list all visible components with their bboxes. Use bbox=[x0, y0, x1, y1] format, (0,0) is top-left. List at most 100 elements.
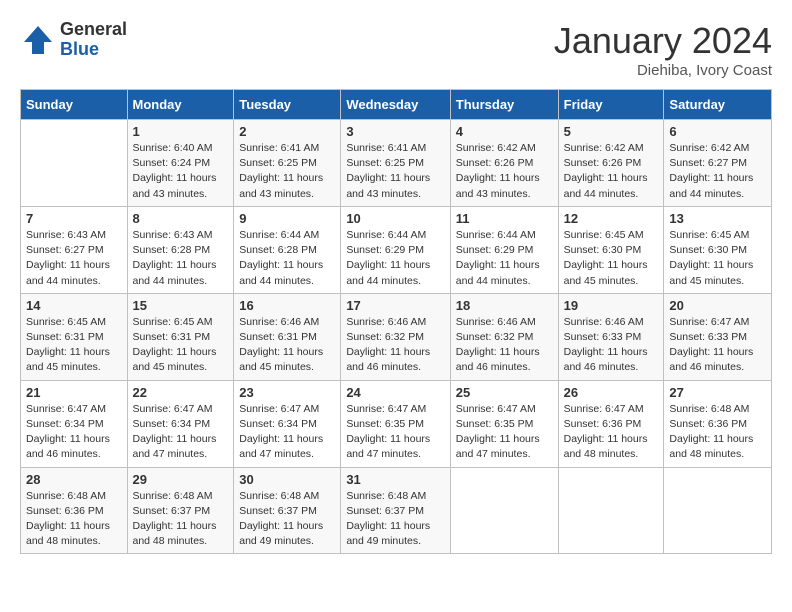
page-header: General Blue January 2024 Diehiba, Ivory… bbox=[20, 20, 772, 79]
calendar-cell: 8Sunrise: 6:43 AMSunset: 6:28 PMDaylight… bbox=[127, 206, 234, 293]
calendar-week-3: 14Sunrise: 6:45 AMSunset: 6:31 PMDayligh… bbox=[21, 293, 772, 380]
calendar-cell: 28 Sunrise: 6:48 AMSunset: 6:36 PMDayligh… bbox=[21, 467, 128, 554]
calendar-cell: 12Sunrise: 6:45 AMSunset: 6:30 PMDayligh… bbox=[558, 206, 664, 293]
day-info: Sunrise: 6:48 AMSunset: 6:37 PMDaylight:… bbox=[346, 489, 444, 550]
calendar-cell: 22 Sunrise: 6:47 AMSunset: 6:34 PMDayligh… bbox=[127, 380, 234, 467]
day-header-saturday: Saturday bbox=[664, 90, 772, 120]
calendar-cell: 10Sunrise: 6:44 AMSunset: 6:29 PMDayligh… bbox=[341, 206, 450, 293]
header-row: SundayMondayTuesdayWednesdayThursdayFrid… bbox=[21, 90, 772, 120]
day-info: Sunrise: 6:47 AMSunset: 6:34 PMDaylight:… bbox=[26, 402, 122, 463]
calendar-cell: 13 Sunrise: 6:45 AMSunset: 6:30 PMDayligh… bbox=[664, 206, 772, 293]
day-info: Sunrise: 6:45 AMSunset: 6:31 PMDaylight:… bbox=[133, 315, 229, 376]
day-number: 30 bbox=[239, 472, 335, 487]
day-info: Sunrise: 6:41 AMSunset: 6:25 PMDaylight:… bbox=[346, 141, 444, 202]
day-header-friday: Friday bbox=[558, 90, 664, 120]
day-number: 27 bbox=[669, 385, 766, 400]
calendar-cell: 15Sunrise: 6:45 AMSunset: 6:31 PMDayligh… bbox=[127, 293, 234, 380]
calendar-table: SundayMondayTuesdayWednesdayThursdayFrid… bbox=[20, 89, 772, 554]
title-block: January 2024 Diehiba, Ivory Coast bbox=[554, 20, 772, 79]
day-number: 25 bbox=[456, 385, 553, 400]
calendar-header: SundayMondayTuesdayWednesdayThursdayFrid… bbox=[21, 90, 772, 120]
month-title: January 2024 bbox=[554, 20, 772, 62]
calendar-cell: 4 Sunrise: 6:42 AMSunset: 6:26 PMDaylight… bbox=[450, 120, 558, 207]
calendar-cell: 17 Sunrise: 6:46 AMSunset: 6:32 PMDayligh… bbox=[341, 293, 450, 380]
day-info: Sunrise: 6:44 AMSunset: 6:28 PMDaylight:… bbox=[239, 228, 335, 289]
day-info: Sunrise: 6:48 AMSunset: 6:36 PMDaylight:… bbox=[669, 402, 766, 463]
day-number: 31 bbox=[346, 472, 444, 487]
calendar-cell: 29 Sunrise: 6:48 AMSunset: 6:37 PMDayligh… bbox=[127, 467, 234, 554]
calendar-cell: 1 Sunrise: 6:40 AMSunset: 6:24 PMDaylight… bbox=[127, 120, 234, 207]
calendar-cell: 3 Sunrise: 6:41 AMSunset: 6:25 PMDaylight… bbox=[341, 120, 450, 207]
day-number: 22 bbox=[133, 385, 229, 400]
day-number: 19 bbox=[564, 298, 659, 313]
day-number: 4 bbox=[456, 124, 553, 139]
day-number: 1 bbox=[133, 124, 229, 139]
calendar-cell: 24 Sunrise: 6:47 AMSunset: 6:35 PMDayligh… bbox=[341, 380, 450, 467]
day-info: Sunrise: 6:44 AMSunset: 6:29 PMDaylight:… bbox=[456, 228, 553, 289]
calendar-cell: 5Sunrise: 6:42 AMSunset: 6:26 PMDaylight… bbox=[558, 120, 664, 207]
day-number: 2 bbox=[239, 124, 335, 139]
day-info: Sunrise: 6:47 AMSunset: 6:36 PMDaylight:… bbox=[564, 402, 659, 463]
day-info: Sunrise: 6:43 AMSunset: 6:27 PMDaylight:… bbox=[26, 228, 122, 289]
day-info: Sunrise: 6:47 AMSunset: 6:35 PMDaylight:… bbox=[456, 402, 553, 463]
day-info: Sunrise: 6:46 AMSunset: 6:32 PMDaylight:… bbox=[346, 315, 444, 376]
day-info: Sunrise: 6:45 AMSunset: 6:31 PMDaylight:… bbox=[26, 315, 122, 376]
day-info: Sunrise: 6:43 AMSunset: 6:28 PMDaylight:… bbox=[133, 228, 229, 289]
day-info: Sunrise: 6:44 AMSunset: 6:29 PMDaylight:… bbox=[346, 228, 444, 289]
day-number: 6 bbox=[669, 124, 766, 139]
day-info: Sunrise: 6:47 AMSunset: 6:35 PMDaylight:… bbox=[346, 402, 444, 463]
calendar-cell: 26 Sunrise: 6:47 AMSunset: 6:36 PMDayligh… bbox=[558, 380, 664, 467]
calendar-cell: 31 Sunrise: 6:48 AMSunset: 6:37 PMDayligh… bbox=[341, 467, 450, 554]
logo: General Blue bbox=[20, 20, 127, 60]
day-number: 21 bbox=[26, 385, 122, 400]
day-number: 9 bbox=[239, 211, 335, 226]
calendar-cell bbox=[664, 467, 772, 554]
calendar-cell: 2 Sunrise: 6:41 AMSunset: 6:25 PMDaylight… bbox=[234, 120, 341, 207]
day-number: 26 bbox=[564, 385, 659, 400]
day-info: Sunrise: 6:47 AMSunset: 6:34 PMDaylight:… bbox=[239, 402, 335, 463]
day-number: 23 bbox=[239, 385, 335, 400]
day-number: 12 bbox=[564, 211, 659, 226]
day-info: Sunrise: 6:48 AMSunset: 6:36 PMDaylight:… bbox=[26, 489, 122, 550]
day-info: Sunrise: 6:47 AMSunset: 6:34 PMDaylight:… bbox=[133, 402, 229, 463]
day-header-monday: Monday bbox=[127, 90, 234, 120]
day-header-wednesday: Wednesday bbox=[341, 90, 450, 120]
day-number: 3 bbox=[346, 124, 444, 139]
day-info: Sunrise: 6:41 AMSunset: 6:25 PMDaylight:… bbox=[239, 141, 335, 202]
calendar-cell: 27 Sunrise: 6:48 AMSunset: 6:36 PMDayligh… bbox=[664, 380, 772, 467]
calendar-cell bbox=[21, 120, 128, 207]
calendar-cell: 18 Sunrise: 6:46 AMSunset: 6:32 PMDayligh… bbox=[450, 293, 558, 380]
logo-general: General bbox=[60, 20, 127, 40]
logo-text: General Blue bbox=[60, 20, 127, 60]
day-info: Sunrise: 6:46 AMSunset: 6:33 PMDaylight:… bbox=[564, 315, 659, 376]
logo-icon bbox=[20, 22, 56, 58]
day-number: 13 bbox=[669, 211, 766, 226]
calendar-cell: 16Sunrise: 6:46 AMSunset: 6:31 PMDayligh… bbox=[234, 293, 341, 380]
calendar-cell bbox=[450, 467, 558, 554]
calendar-cell: 19 Sunrise: 6:46 AMSunset: 6:33 PMDayligh… bbox=[558, 293, 664, 380]
calendar-cell: 14Sunrise: 6:45 AMSunset: 6:31 PMDayligh… bbox=[21, 293, 128, 380]
calendar-cell: 11Sunrise: 6:44 AMSunset: 6:29 PMDayligh… bbox=[450, 206, 558, 293]
day-number: 7 bbox=[26, 211, 122, 226]
day-number: 29 bbox=[133, 472, 229, 487]
day-number: 18 bbox=[456, 298, 553, 313]
day-info: Sunrise: 6:42 AMSunset: 6:26 PMDaylight:… bbox=[456, 141, 553, 202]
location: Diehiba, Ivory Coast bbox=[554, 62, 772, 79]
calendar-cell: 6Sunrise: 6:42 AMSunset: 6:27 PMDaylight… bbox=[664, 120, 772, 207]
calendar-week-4: 21 Sunrise: 6:47 AMSunset: 6:34 PMDayligh… bbox=[21, 380, 772, 467]
day-number: 17 bbox=[346, 298, 444, 313]
logo-blue: Blue bbox=[60, 40, 127, 60]
calendar-cell: 25 Sunrise: 6:47 AMSunset: 6:35 PMDayligh… bbox=[450, 380, 558, 467]
day-header-tuesday: Tuesday bbox=[234, 90, 341, 120]
calendar-cell: 23 Sunrise: 6:47 AMSunset: 6:34 PMDayligh… bbox=[234, 380, 341, 467]
day-info: Sunrise: 6:47 AMSunset: 6:33 PMDaylight:… bbox=[669, 315, 766, 376]
calendar-cell: 30Sunrise: 6:48 AMSunset: 6:37 PMDayligh… bbox=[234, 467, 341, 554]
day-info: Sunrise: 6:46 AMSunset: 6:32 PMDaylight:… bbox=[456, 315, 553, 376]
day-number: 16 bbox=[239, 298, 335, 313]
day-info: Sunrise: 6:48 AMSunset: 6:37 PMDaylight:… bbox=[133, 489, 229, 550]
day-number: 24 bbox=[346, 385, 444, 400]
calendar-week-2: 7 Sunrise: 6:43 AMSunset: 6:27 PMDaylight… bbox=[21, 206, 772, 293]
day-info: Sunrise: 6:40 AMSunset: 6:24 PMDaylight:… bbox=[133, 141, 229, 202]
day-info: Sunrise: 6:45 AMSunset: 6:30 PMDaylight:… bbox=[669, 228, 766, 289]
day-number: 28 bbox=[26, 472, 122, 487]
